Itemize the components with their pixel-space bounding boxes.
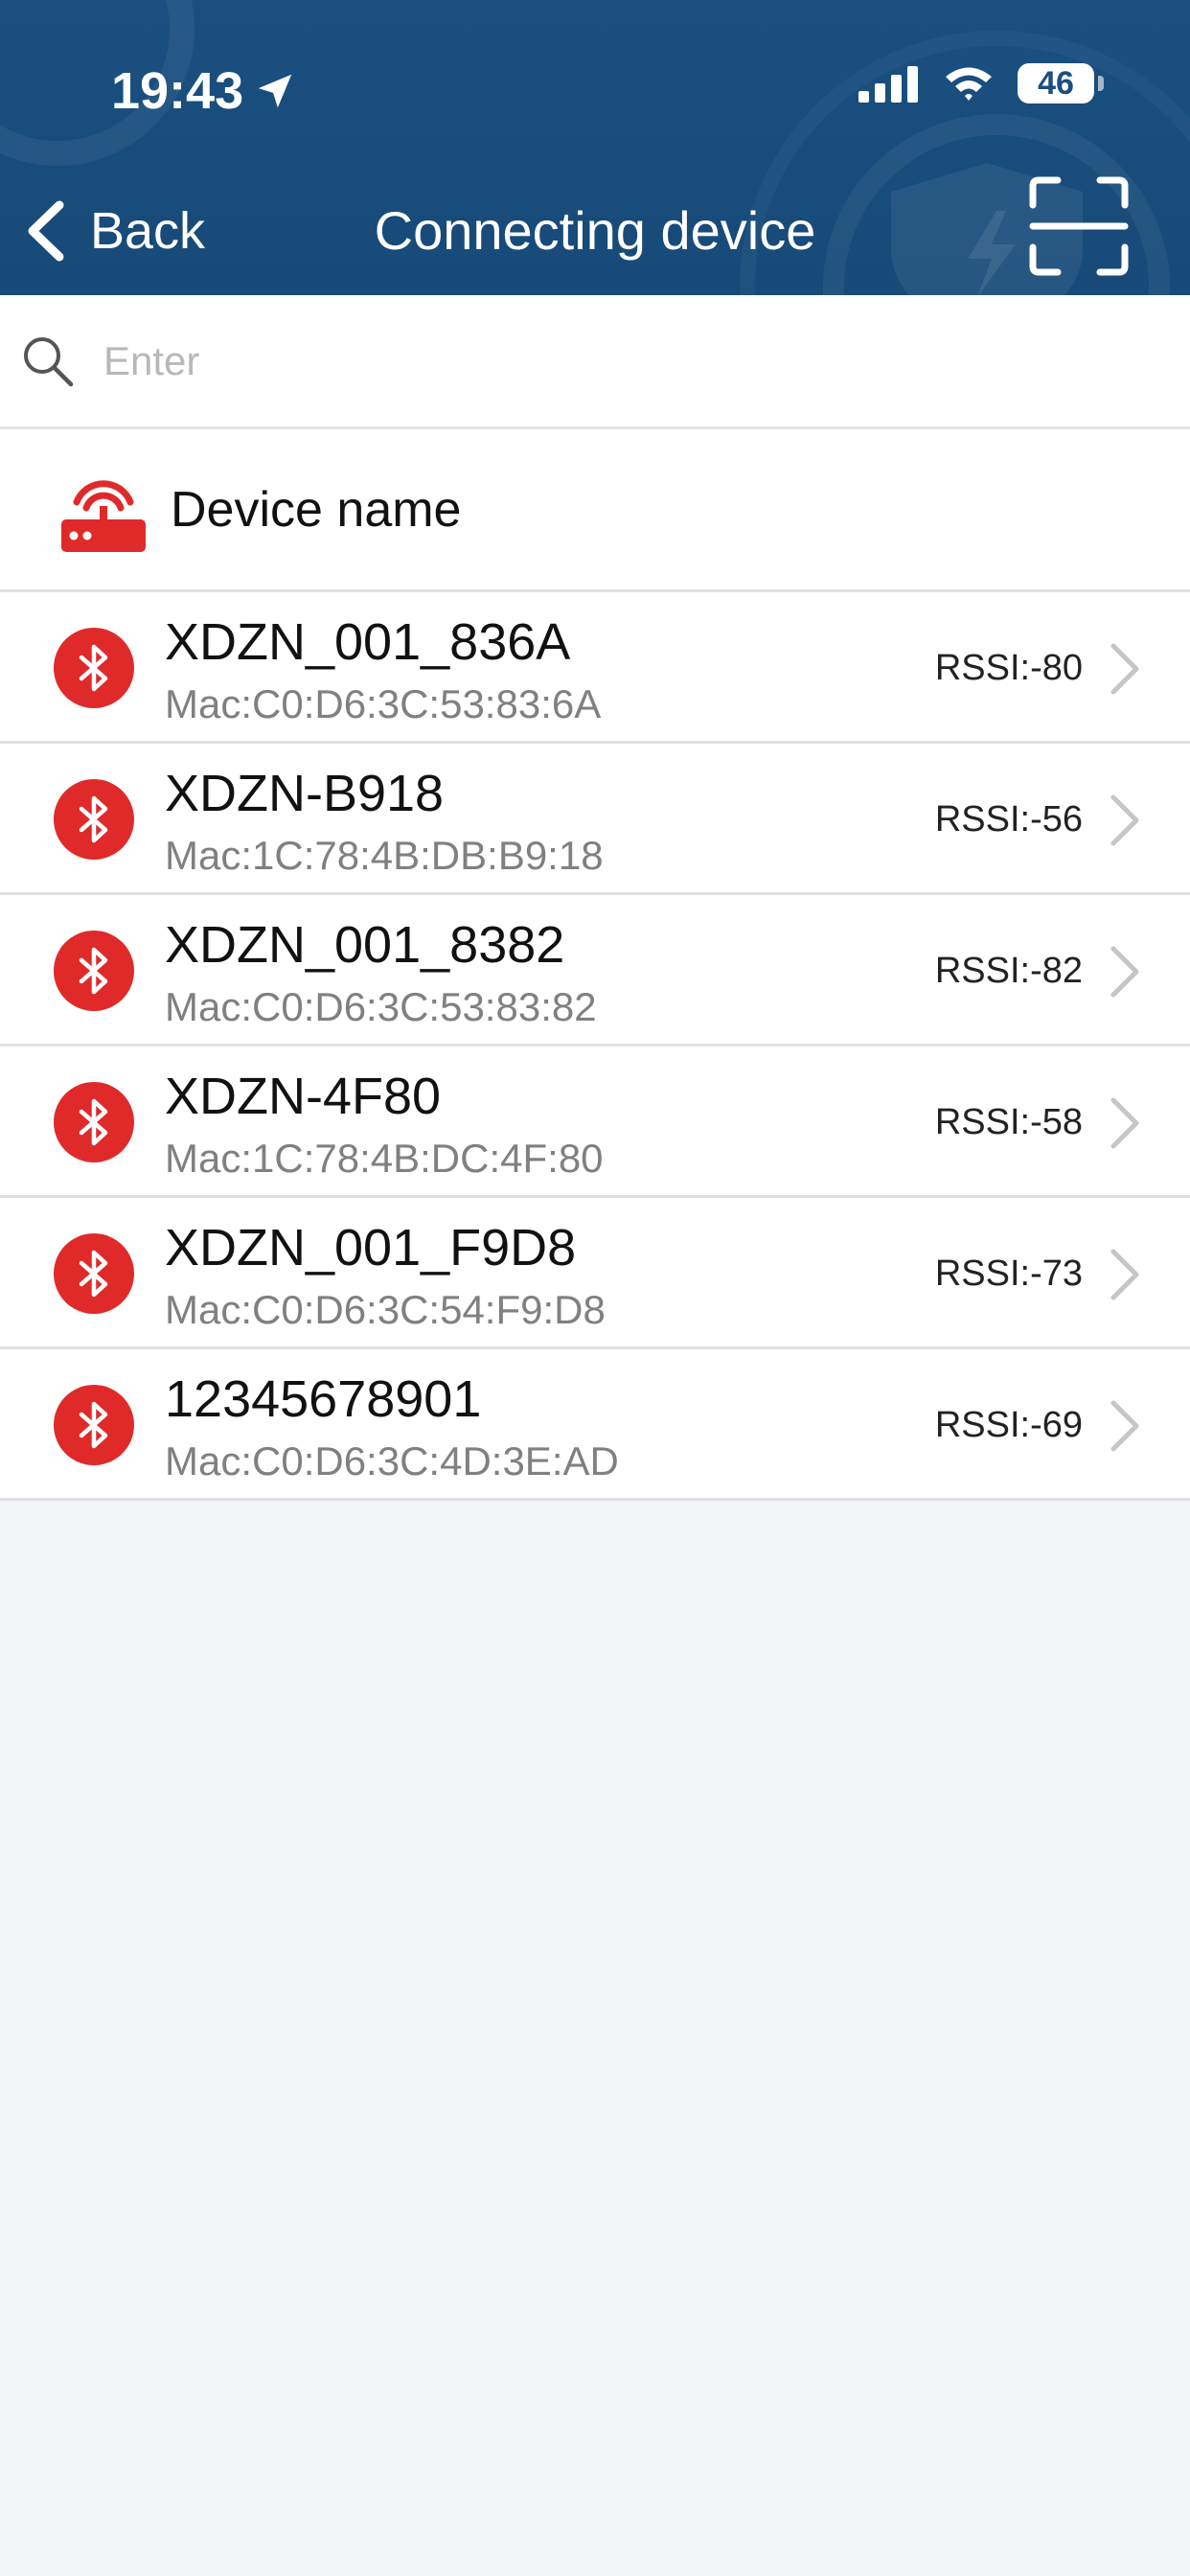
device-name: XDZN_001_F9D8 (165, 1219, 577, 1276)
device-name: XDZN-B918 (165, 765, 445, 822)
device-rssi: RSSI:-69 (934, 1405, 1083, 1445)
scan-icon[interactable] (1029, 176, 1129, 276)
device-name: XDZN_001_8382 (165, 916, 565, 974)
status-time-text: 19:43 (111, 62, 244, 120)
device-mac: Mac:1C:78:4B:DC:4F:80 (165, 1136, 604, 1181)
device-row[interactable]: 12345678901 Mac:C0:D6:3C:4D:3E:AD RSSI:-… (0, 1349, 1190, 1501)
search-icon (24, 336, 74, 386)
status-bar-indicators: 46 (858, 63, 1104, 104)
device-rssi: RSSI:-80 (934, 648, 1083, 688)
back-button[interactable]: Back (23, 188, 205, 274)
device-row[interactable]: XDZN_001_F9D8 Mac:C0:D6:3C:54:F9:D8 RSSI… (0, 1198, 1190, 1349)
device-mac: Mac:1C:78:4B:DB:B9:18 (165, 833, 604, 878)
list-header: Device name (0, 429, 1190, 592)
status-bar-time: 19:43 (111, 58, 297, 125)
signal-icon (858, 66, 918, 103)
chevron-right-icon (1110, 1097, 1139, 1149)
chevron-right-icon (1110, 794, 1139, 846)
device-rssi: RSSI:-58 (934, 1102, 1083, 1142)
router-icon (61, 479, 146, 552)
device-row[interactable]: XDZN-B918 Mac:1C:78:4B:DB:B9:18 RSSI:-56 (0, 744, 1190, 895)
device-row[interactable]: XDZN-4F80 Mac:1C:78:4B:DC:4F:80 RSSI:-58 (0, 1046, 1190, 1198)
location-arrow-icon (258, 74, 292, 108)
list-header-title: Device name (171, 481, 462, 538)
chevron-right-icon (1110, 1249, 1139, 1300)
device-mac: Mac:C0:D6:3C:53:83:6A (165, 681, 602, 726)
bluetooth-icon (54, 1233, 134, 1314)
wifi-icon (946, 67, 992, 101)
search-input[interactable] (103, 312, 1110, 409)
chevron-right-icon (1110, 946, 1139, 998)
device-rssi: RSSI:-82 (934, 951, 1083, 991)
device-rssi: RSSI:-56 (934, 799, 1083, 840)
device-mac: Mac:C0:D6:3C:53:83:82 (165, 984, 597, 1029)
device-row[interactable]: XDZN_001_836A Mac:C0:D6:3C:53:83:6A RSSI… (0, 592, 1190, 744)
device-row[interactable]: XDZN_001_8382 Mac:C0:D6:3C:53:83:82 RSSI… (0, 895, 1190, 1046)
device-name: 12345678901 (165, 1370, 482, 1428)
bluetooth-icon (54, 1082, 134, 1162)
device-mac: Mac:C0:D6:3C:4D:3E:AD (165, 1438, 619, 1484)
nav-header: 19:43 46 Back Connecting device (0, 0, 1190, 295)
search-bar (0, 295, 1190, 429)
bluetooth-icon (54, 931, 134, 1011)
chevron-left-icon (28, 200, 64, 262)
device-rssi: RSSI:-73 (934, 1254, 1083, 1294)
bluetooth-icon (54, 1385, 134, 1465)
back-label: Back (90, 202, 206, 260)
device-mac: Mac:C0:D6:3C:54:F9:D8 (165, 1287, 606, 1332)
battery-icon: 46 (1018, 63, 1104, 104)
device-name: XDZN-4F80 (165, 1068, 442, 1125)
bluetooth-icon (54, 628, 134, 708)
bluetooth-icon (54, 779, 134, 860)
device-list: XDZN_001_836A Mac:C0:D6:3C:53:83:6A RSSI… (0, 592, 1190, 1501)
battery-level: 46 (1038, 65, 1074, 102)
device-name: XDZN_001_836A (165, 613, 571, 671)
chevron-right-icon (1110, 1400, 1139, 1452)
chevron-right-icon (1110, 643, 1139, 695)
